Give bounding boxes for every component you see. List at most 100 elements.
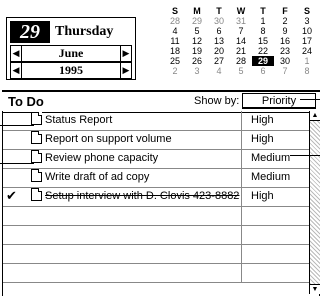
task-cell[interactable]: Setup interview with D. Clovis 423-8882 (13, 187, 242, 206)
calendar-day[interactable]: 30 (274, 56, 296, 66)
task-cell[interactable]: Status Report (13, 111, 242, 130)
scroll-up-icon[interactable]: ▲ (310, 111, 320, 121)
calendar-day[interactable]: 29 (186, 16, 208, 26)
priority-cell[interactable]: Medium (251, 168, 307, 187)
month-prev-icon[interactable]: ◀ (11, 46, 22, 61)
calendar-day[interactable]: 1 (252, 16, 274, 26)
calendar-day[interactable]: 6 (252, 66, 274, 76)
calendar-day[interactable]: 13 (208, 36, 230, 46)
table-row[interactable] (3, 225, 319, 245)
calendar-day[interactable]: 27 (208, 56, 230, 66)
table-row[interactable] (3, 206, 319, 226)
task-cell[interactable]: Write draft of ad copy (13, 168, 242, 187)
vertical-scrollbar[interactable]: ▲ ▼ (309, 111, 320, 294)
table-row[interactable]: Review phone capacity Medium (3, 149, 319, 169)
scroll-down-icon[interactable]: ▼ (310, 284, 320, 294)
task-cell[interactable] (13, 244, 242, 263)
calendar-day[interactable]: 31 (230, 16, 252, 26)
calendar-day[interactable]: 23 (274, 46, 296, 56)
show-by-label: Show by: (194, 95, 240, 107)
priority-cell[interactable]: High (251, 187, 307, 206)
calendar-day[interactable]: 29 (252, 56, 274, 66)
calendar-day[interactable]: 8 (252, 26, 274, 36)
calendar-day[interactable]: 7 (274, 66, 296, 76)
calendar-day[interactable]: 10 (296, 26, 318, 36)
calendar-day[interactable]: 14 (230, 36, 252, 46)
calendar-day[interactable]: 21 (230, 46, 252, 56)
table-row[interactable]: ✔ Setup interview with D. Clovis 423-8882… (3, 187, 319, 207)
calendar-day[interactable]: 3 (296, 16, 318, 26)
task-cell[interactable] (13, 206, 242, 225)
calendar-day[interactable]: 20 (208, 46, 230, 56)
priority-cell[interactable]: High (251, 130, 307, 149)
calendar-week-row: 11 12 13 14 15 16 17 (164, 36, 320, 46)
table-row[interactable]: Write draft of ad copy Medium (3, 168, 319, 188)
calendar-day[interactable]: 8 (296, 66, 318, 76)
task-cell[interactable] (13, 263, 242, 282)
calendar-day[interactable]: 1 (296, 56, 318, 66)
calendar-day[interactable]: 4 (208, 66, 230, 76)
month-spinner[interactable]: ◀ June ▶ (10, 45, 132, 62)
calendar-day[interactable]: 2 (274, 16, 296, 26)
year-next-icon[interactable]: ▶ (120, 63, 131, 78)
table-row[interactable]: Status Report High (3, 111, 319, 131)
calendar-day[interactable]: 6 (208, 26, 230, 36)
calendar-day[interactable]: 22 (252, 46, 274, 56)
table-row[interactable] (3, 244, 319, 264)
calendar-week-row: 25 26 27 28 29 30 1 (164, 56, 320, 66)
task-cell[interactable]: Report on support volume (13, 130, 242, 149)
calendar-day[interactable]: 15 (252, 36, 274, 46)
scroll-track[interactable] (310, 121, 320, 284)
table-row[interactable]: Report on support volume High (3, 130, 319, 150)
todo-header: To Do Show by: Priority (2, 90, 320, 113)
calendar-day[interactable]: 26 (186, 56, 208, 66)
calendar-day[interactable]: 28 (230, 56, 252, 66)
callout-line (300, 99, 320, 100)
table-row[interactable] (3, 263, 319, 283)
calendar-day[interactable]: 24 (296, 46, 318, 56)
calendar-day[interactable]: 2 (164, 66, 186, 76)
priority-cell[interactable] (251, 244, 307, 263)
calendar-day[interactable]: 11 (164, 36, 186, 46)
calendar-day[interactable]: 25 (164, 56, 186, 66)
year-value: 1995 (59, 63, 83, 77)
year-prev-icon[interactable]: ◀ (11, 63, 22, 78)
task-label: Review phone capacity (45, 152, 159, 164)
calendar-day[interactable]: 3 (186, 66, 208, 76)
calendar-day[interactable]: 19 (186, 46, 208, 56)
calendar-week-row: 18 19 20 21 22 23 24 (164, 46, 320, 56)
month-next-icon[interactable]: ▶ (120, 46, 131, 61)
calendar-day[interactable]: 5 (230, 66, 252, 76)
weekday-label: Thursday (55, 24, 114, 39)
task-cell[interactable]: Review phone capacity (13, 149, 242, 168)
calendar-weekday-header: S (171, 6, 178, 16)
task-cell[interactable] (13, 225, 242, 244)
calendar-day[interactable]: 4 (164, 26, 186, 36)
callout-line (0, 125, 34, 126)
date-selector: 29 Thursday ◀ June ▶ ◀ 1995 ▶ (6, 17, 136, 80)
calendar-day[interactable]: 16 (274, 36, 296, 46)
document-icon (31, 150, 42, 163)
calendar-day[interactable]: 28 (164, 16, 186, 26)
calendar-day[interactable]: 17 (296, 36, 318, 46)
year-spinner[interactable]: ◀ 1995 ▶ (10, 62, 132, 79)
calendar-day[interactable]: 12 (186, 36, 208, 46)
calendar-day[interactable]: 30 (208, 16, 230, 26)
calendar-week-row: 4 5 6 7 8 9 10 (164, 26, 320, 36)
priority-cell[interactable] (251, 206, 307, 225)
callout-line (0, 163, 34, 164)
calendar-day[interactable]: 7 (230, 26, 252, 36)
todo-title: To Do (8, 94, 44, 109)
todo-list: ✔ Setup interview with D. Clovis 423-8882… (2, 111, 320, 296)
month-value: June (58, 46, 84, 60)
calendar-day[interactable]: 18 (164, 46, 186, 56)
calendar-weekday-header: T (216, 6, 222, 16)
priority-cell[interactable] (251, 263, 307, 282)
priority-cell[interactable] (251, 225, 307, 244)
calendar-day[interactable]: 9 (274, 26, 296, 36)
sort-dropdown[interactable]: Priority (242, 93, 316, 109)
callout-line (290, 155, 320, 156)
calendar-day[interactable]: 5 (186, 26, 208, 36)
priority-cell[interactable]: Medium (251, 149, 307, 168)
priority-cell[interactable]: High (251, 111, 307, 130)
